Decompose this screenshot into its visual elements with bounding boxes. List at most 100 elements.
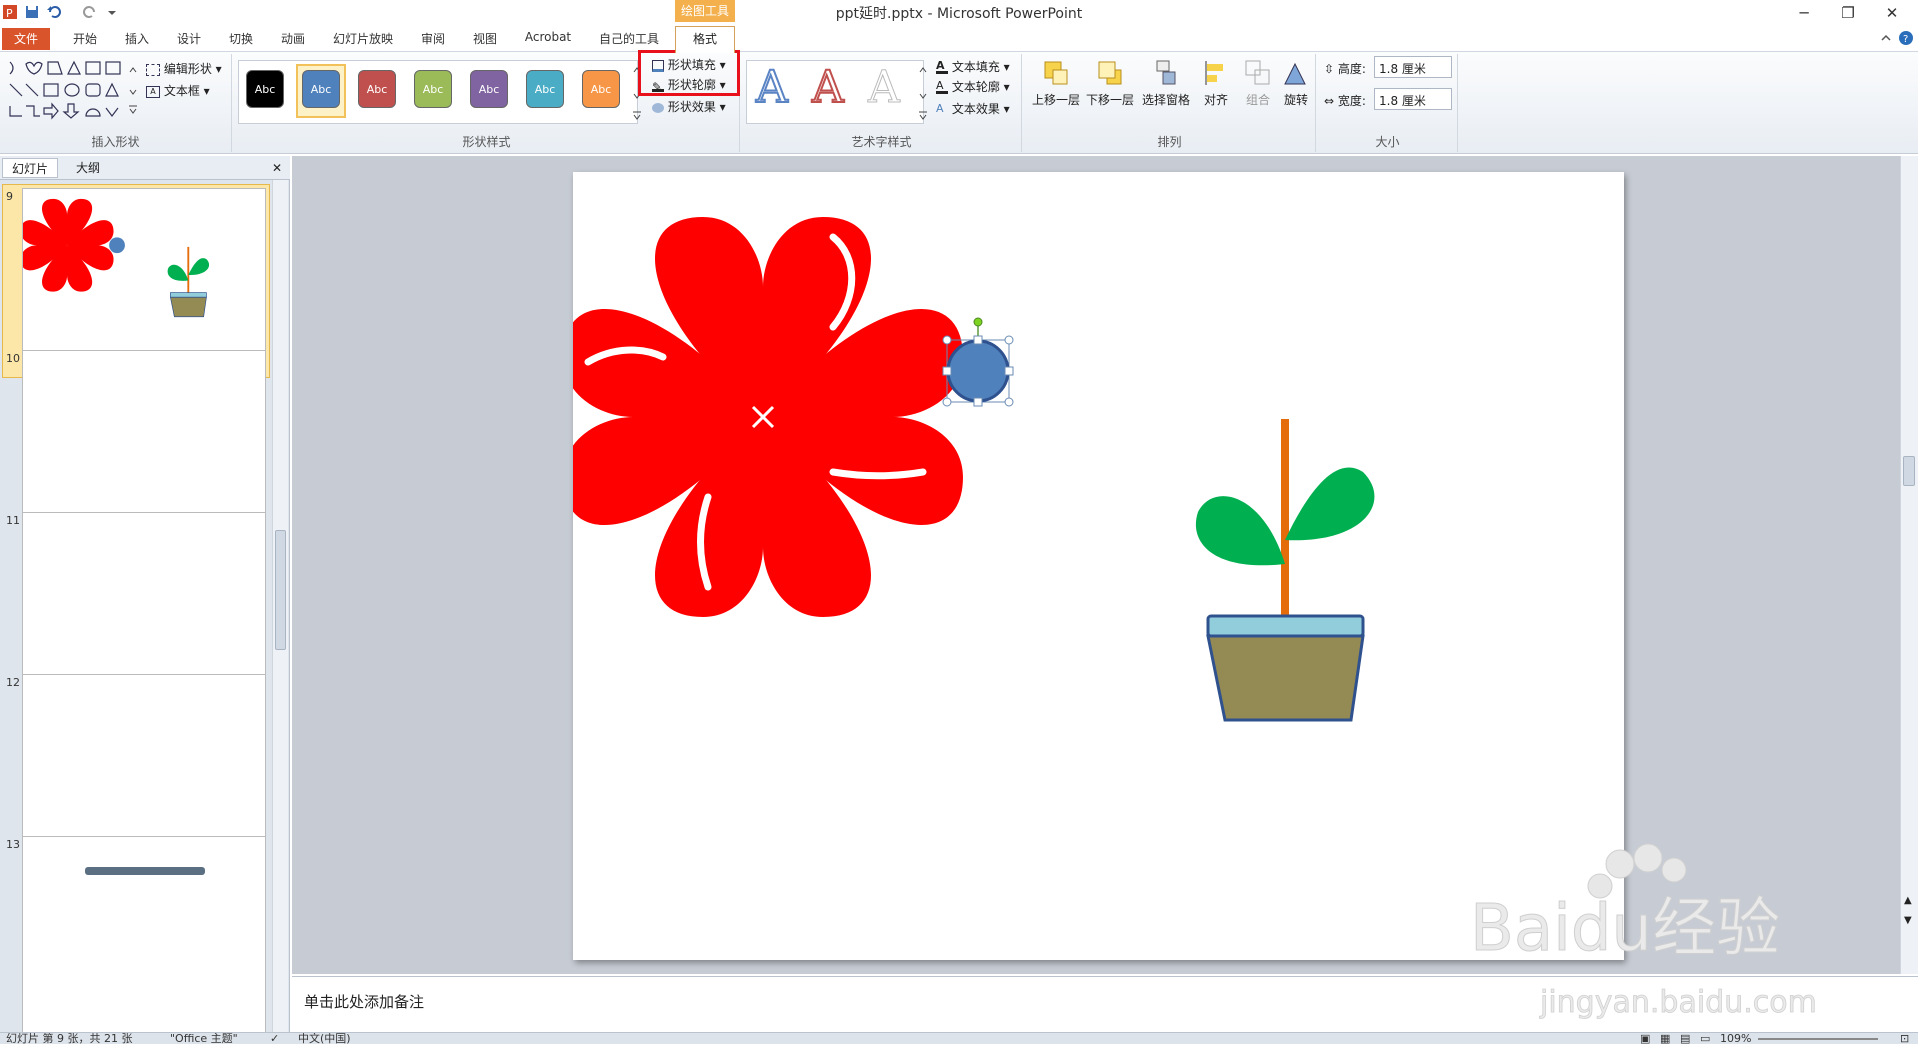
rotate-button[interactable]: 旋转 [1278,58,1314,108]
slide-thumbnail-10[interactable] [22,350,266,534]
bring-forward-label: 上移一层 [1031,93,1080,107]
wordart-style-outline-gray[interactable]: A [868,62,901,114]
paint-bucket-icon [652,59,664,72]
height-row: ⇳ 高度: [1324,60,1366,77]
slide-thumbnail-11[interactable] [22,512,266,696]
restore-button[interactable]: ❐ [1834,2,1862,24]
width-icon: ⇔ [1324,94,1335,108]
spellcheck-icon[interactable]: ✓ [270,1033,279,1044]
status-slide-info: 幻灯片 第 9 张，共 21 张 [6,1032,133,1044]
text-outline-button[interactable]: A 文本轮廓 ▾ [936,78,1010,95]
current-slide[interactable] [563,172,1624,960]
tab-review[interactable]: 审阅 [418,30,448,50]
shape-effects-button[interactable]: 形状效果 ▾ [652,98,726,115]
close-pane-icon[interactable]: ✕ [268,158,286,178]
tab-slides[interactable]: 幻灯片 [2,158,58,178]
width-input[interactable]: 1.8 厘米 [1374,88,1452,110]
zoom-slider[interactable] [1758,1038,1878,1040]
slide-scroll-thumb[interactable] [1903,456,1915,486]
wordart-more-icon[interactable] [918,62,928,122]
tab-slideshow[interactable]: 幻灯片放映 [330,30,396,50]
view-sorter-icon[interactable]: ▦ [1660,1033,1670,1044]
bring-forward-icon [1044,61,1068,85]
collapse-ribbon-icon[interactable] [1880,32,1892,44]
align-label: 对齐 [1203,93,1228,107]
text-effects-button[interactable]: A 文本效果 ▾ [936,100,1010,117]
view-reading-icon[interactable]: ▤ [1680,1033,1690,1044]
edit-shape-label: 编辑形状 [163,62,212,76]
tab-insert[interactable]: 插入 [122,30,152,50]
tab-file[interactable]: 文件 [2,28,50,50]
slide-thumbnail-9[interactable] [20,188,266,372]
shape-style-blue-selected[interactable]: Abc [302,70,340,108]
minimize-button[interactable]: ─ [1790,2,1818,24]
text-fill-button[interactable]: A 文本填充 ▾ [936,58,1010,75]
slides-pane-scroll-thumb[interactable] [275,530,286,650]
potted-plant-shape[interactable] [1195,419,1375,722]
slide-thumbnail-12[interactable] [22,674,266,858]
status-zoom[interactable]: 109% [1720,1033,1751,1044]
group-label: 组合 [1245,93,1270,107]
slides-pane-scrollbar[interactable] [272,180,288,1034]
baidu-jingyan-watermark: Baidu经验 jingyan.baidu.com [1470,843,1817,1020]
notes-placeholder[interactable]: 单击此处添加备注 [304,991,424,1012]
group-label-arrange: 排列 [1157,135,1182,149]
status-theme[interactable]: "Office 主题" [170,1033,238,1044]
slides-pane: 幻灯片 大纲 ✕ 9 10 11 12 13 [0,156,290,1034]
red-flower-shape[interactable] [563,217,963,617]
title-bar: P ppt延时.pptx - Microsoft PowerPoint ─ ❐ … [0,0,1918,26]
shape-outline-button[interactable]: ✎ 形状轮廓 ▾ [652,76,726,94]
tab-view[interactable]: 视图 [470,30,500,50]
tab-design[interactable]: 设计 [174,30,204,50]
shape-style-green[interactable]: Abc [414,70,452,108]
width-value: 1.8 厘米 [1379,94,1426,108]
group-wordart-styles: A A A A 文本填充 ▾ A 文本轮廓 ▾ A 文本效果 ▾ 艺术字样式 [742,54,1022,152]
shapes-gallery-more-icon[interactable] [128,62,138,114]
tab-transitions[interactable]: 切换 [226,30,256,50]
tab-format[interactable]: 格式 [675,26,735,53]
shape-outline-label: 形状轮廓 [667,78,716,92]
tab-my-tools[interactable]: 自己的工具 [596,30,662,50]
group-button[interactable]: 组合 [1238,58,1278,108]
shape-effects-icon [652,102,664,113]
shape-style-red[interactable]: Abc [358,70,396,108]
rotate-label: 旋转 [1283,93,1308,107]
slide-number-9: 9 [6,190,13,203]
edit-shape-button[interactable]: 编辑形状 ▾ [146,60,222,77]
shape-fill-button[interactable]: 形状填充 ▾ [652,56,726,73]
align-button[interactable]: 对齐 [1196,58,1236,108]
wordart-style-outline-blue[interactable]: A [755,61,789,114]
selection-pane-button[interactable]: 选择窗格 [1138,58,1194,108]
send-backward-button[interactable]: 下移一层 [1084,58,1136,108]
watermark-url: jingyan.baidu.com [1539,985,1817,1020]
view-slideshow-icon[interactable]: ▭ [1700,1033,1710,1044]
text-box-button[interactable]: A 文本框 ▾ [146,82,210,99]
group-label-wordart: 艺术字样式 [851,135,912,149]
slide-thumbnail-13[interactable] [22,836,266,1034]
slide-number-10: 10 [6,352,20,365]
height-input[interactable]: 1.8 厘米 [1374,56,1452,78]
align-icon [1205,61,1223,85]
shape-effects-label: 形状效果 [667,100,716,114]
shape-style-orange[interactable]: Abc [582,70,620,108]
view-normal-icon[interactable]: ▣ [1640,1033,1650,1044]
close-button[interactable]: ✕ [1878,2,1906,24]
shape-style-aqua[interactable]: Abc [526,70,564,108]
shape-style-purple[interactable]: Abc [470,70,508,108]
tab-acrobat[interactable]: Acrobat [520,30,576,50]
bring-forward-button[interactable]: 上移一层 [1030,58,1082,108]
help-icon[interactable]: ? [1898,30,1914,46]
status-bar: 幻灯片 第 9 张，共 21 张 "Office 主题" ✓ 中文(中国) ▣ … [0,1032,1918,1044]
width-label: 宽度: [1337,94,1366,108]
tab-animations[interactable]: 动画 [278,30,308,50]
shape-style-black[interactable]: Abc [246,70,284,108]
send-backward-label: 下移一层 [1085,93,1134,107]
group-label-shape-styles: 形状样式 [462,135,511,149]
tab-home[interactable]: 开始 [70,30,100,50]
tab-outline[interactable]: 大纲 [60,158,116,178]
wordart-style-outline-red[interactable]: A [811,61,845,114]
status-language[interactable]: 中文(中国) [298,1033,351,1044]
shapes-gallery[interactable] [6,58,136,120]
fit-window-icon[interactable]: ⊡ [1900,1033,1909,1044]
slide-number-13: 13 [6,838,20,851]
